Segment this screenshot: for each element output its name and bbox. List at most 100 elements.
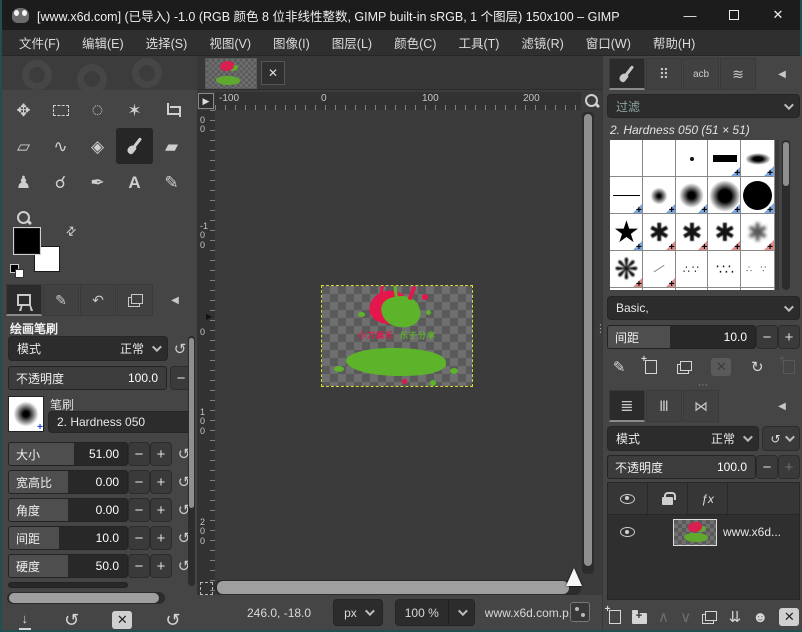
restore-preset-button[interactable]: ↺ [64, 610, 79, 631]
zoom-image-button[interactable] [584, 93, 600, 109]
collapse-right-dock-button[interactable]: ◀ [764, 58, 800, 90]
brush-cell-splat[interactable]: ✱+ [676, 214, 709, 251]
size-slider[interactable]: 大小 51.00 [8, 442, 128, 466]
edit-brush-button[interactable]: ✎ [613, 358, 626, 376]
tab-fonts[interactable]: acb [683, 58, 719, 90]
vertical-ruler[interactable]: 00 -100 0 100 200 ▶ [197, 110, 215, 630]
menu-colors[interactable]: 颜色(C) [385, 29, 445, 56]
menu-view[interactable]: 视图(V) [200, 29, 260, 56]
brush-cell-tex[interactable]: ❋ [676, 288, 709, 290]
brush-cell-tex[interactable]: ❋ [708, 288, 741, 290]
brush-filter-input[interactable]: 过滤 [607, 94, 800, 118]
brush-cell-splat[interactable]: ✱+ [643, 214, 676, 251]
delete-layer-button[interactable]: ✕ [779, 608, 799, 626]
reset-tool-options-button[interactable]: ↺ [165, 610, 180, 631]
close-button[interactable]: ✕ [756, 0, 800, 30]
brush-cell-circle[interactable]: + [741, 177, 774, 214]
tab-tool-options[interactable] [6, 284, 42, 316]
tool-crop[interactable] [153, 92, 190, 128]
unit-dropdown[interactable]: px [333, 599, 383, 626]
navigation-preview-button[interactable] [570, 602, 590, 622]
layer-opacity-minus-button[interactable]: − [756, 455, 778, 479]
aspect-plus-button[interactable]: + [150, 470, 172, 494]
brush-cell-blob[interactable]: ❋+ [610, 251, 643, 288]
active-brush-thumbnail[interactable]: + [8, 396, 44, 432]
brush-cell-tex[interactable]: ❋ [643, 288, 676, 290]
angle-minus-button[interactable]: − [128, 498, 150, 522]
brush-spacing-slider[interactable]: 间距 10.0 [607, 325, 756, 349]
angle-plus-button[interactable]: + [150, 498, 172, 522]
brush-cell-ellipse[interactable]: + [741, 140, 774, 177]
layer-opacity-slider[interactable]: 不透明度 100.0 [607, 455, 756, 479]
new-layer-group-button[interactable] [632, 610, 647, 624]
layer-mode-reset-button[interactable]: ↺ [762, 426, 800, 451]
dock-grip[interactable]: ⋮⋮⋮ [595, 328, 599, 332]
brush-cell-tex[interactable]: ❋ [610, 288, 643, 290]
tab-layers[interactable]: ≣ [609, 390, 645, 422]
brush-cell-dots[interactable]: ∵∴ [708, 251, 741, 288]
brush-cell-line[interactable]: + [610, 177, 643, 214]
collapse-layers-dock-button[interactable]: ◀ [764, 390, 800, 422]
duplicate-brush-button[interactable] [677, 361, 692, 374]
tool-free-select[interactable]: ◌ [79, 92, 116, 128]
opacity-slider[interactable]: 不透明度 100.0 [8, 366, 167, 390]
tab-device-status[interactable]: ✎ [43, 284, 79, 316]
lower-layer-button[interactable]: ∨ [680, 608, 691, 626]
layer-row[interactable]: www.x6d... [608, 515, 799, 549]
brush-set-combo[interactable]: Basic, [607, 296, 800, 320]
tool-bucket-fill[interactable]: ◈ [79, 128, 116, 164]
size-plus-button[interactable]: + [150, 442, 172, 466]
layer-thumbnail[interactable] [673, 519, 717, 546]
brush-cell-bar[interactable]: + [708, 140, 741, 177]
brush-name-button[interactable]: 2. Hardness 050 [48, 411, 192, 433]
canvas-vscrollbar[interactable] [582, 112, 594, 574]
quick-mask-toggle[interactable] [200, 582, 213, 595]
brush-cell-sparse[interactable]: ∴ ∵ [741, 251, 774, 288]
raise-layer-button[interactable]: ∧ [658, 608, 669, 626]
merge-layer-button[interactable]: ⇊ [729, 608, 742, 626]
aspect-minus-button[interactable]: − [128, 470, 150, 494]
menu-filters[interactable]: 滤镜(R) [512, 29, 572, 56]
brush-spacing-plus-button[interactable]: + [778, 325, 800, 349]
size-minus-button[interactable]: − [128, 442, 150, 466]
tab-images[interactable] [117, 284, 153, 316]
brush-spacing-minus-button[interactable]: − [756, 325, 778, 349]
tool-color-picker[interactable]: ✎ [153, 164, 190, 200]
brush-cell-soft-m[interactable]: + [676, 177, 709, 214]
hardness-plus-button[interactable]: + [150, 554, 172, 578]
brush-cell-soft-splat[interactable]: ✱+ [741, 214, 774, 251]
tool-rectangle-select[interactable] [42, 92, 79, 128]
minimize-button[interactable]: — [668, 0, 712, 30]
angle-slider[interactable]: 角度 0.00 [8, 498, 128, 522]
tab-undo-history[interactable]: ↶ [80, 284, 116, 316]
brush-cell-splat[interactable]: ✱+ [708, 214, 741, 251]
aspect-slider[interactable]: 宽高比 0.00 [8, 470, 128, 494]
add-mask-button[interactable]: ☻ [752, 609, 768, 626]
tool-clone[interactable]: ♟ [5, 164, 42, 200]
spacing-minus-button[interactable]: − [128, 526, 150, 550]
hardness-slider[interactable]: 硬度 50.0 [8, 554, 128, 578]
canvas-hscrollbar[interactable] [215, 580, 581, 595]
zoom-dropdown[interactable]: 100 % [395, 599, 475, 626]
brush-grid-scrollbar[interactable] [782, 140, 790, 290]
canvas-image[interactable]: 小刀娱乐 乐于分享 [322, 286, 472, 386]
tool-options-scrollbar[interactable] [188, 336, 195, 586]
collapse-left-dock-button[interactable]: ◀ [157, 284, 193, 316]
brush-cell-star[interactable]: ★+ [610, 214, 643, 251]
default-colors-icon[interactable] [10, 264, 24, 278]
horizontal-ruler[interactable]: -100 0 100 200 [215, 92, 581, 110]
ruler-menu-button[interactable]: ▶ [198, 93, 214, 109]
menu-edit[interactable]: 编辑(E) [73, 29, 133, 56]
tool-warp[interactable]: ∿ [42, 128, 79, 164]
image-tab-thumbnail[interactable] [205, 58, 257, 89]
swap-colors-icon[interactable]: ⇄ [63, 222, 80, 239]
tool-smudge[interactable]: ☌ [42, 164, 79, 200]
menu-windows[interactable]: 窗口(W) [577, 29, 640, 56]
menu-file[interactable]: 文件(F) [10, 29, 69, 56]
layer-mode-combo[interactable]: 模式 正常 [607, 426, 759, 451]
tab-brushes[interactable] [609, 58, 645, 90]
refresh-brushes-button[interactable]: ↻ [751, 358, 764, 376]
new-layer-button[interactable] [609, 610, 621, 624]
tool-options-hscrollbar[interactable] [7, 592, 165, 604]
tab-gradients[interactable]: ≋ [720, 58, 756, 90]
